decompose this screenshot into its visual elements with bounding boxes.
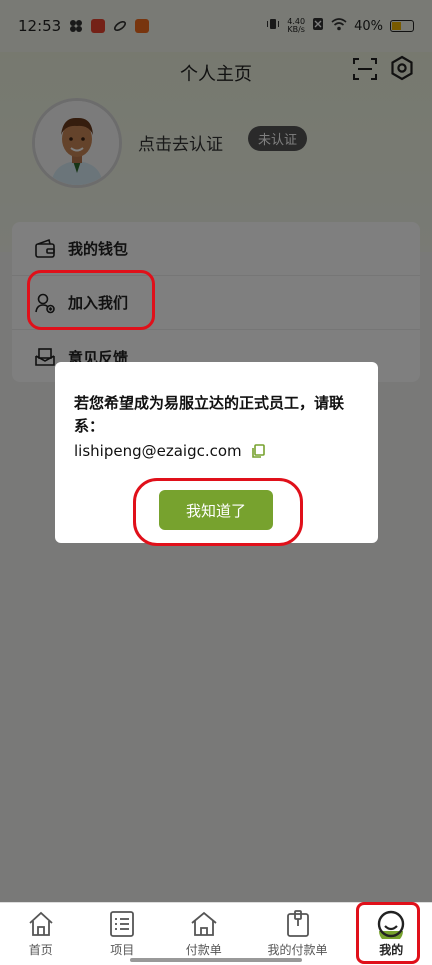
annotation-ok-button bbox=[133, 478, 303, 546]
nav-label: 首页 bbox=[28, 943, 53, 957]
clipboard-icon bbox=[286, 910, 309, 937]
nav-label: 项目 bbox=[110, 943, 135, 957]
nav-item-projects[interactable]: 项目 bbox=[82, 903, 164, 965]
dialog-message: 若您希望成为易服立达的正式员工，请联系： bbox=[74, 394, 345, 435]
copy-icon[interactable] bbox=[250, 443, 266, 459]
annotation-mine-tab bbox=[356, 902, 420, 964]
home-icon bbox=[29, 911, 53, 936]
list-icon bbox=[110, 911, 135, 937]
annotation-join-us bbox=[27, 270, 155, 330]
receipt-home-icon bbox=[191, 911, 217, 936]
nav-label: 付款单 bbox=[185, 943, 222, 957]
dialog-email-row: lishipeng@ezaigc.com bbox=[74, 442, 360, 460]
nav-item-home[interactable]: 首页 bbox=[0, 903, 82, 965]
nav-item-my-payments[interactable]: 我的付款单 bbox=[245, 903, 351, 965]
nav-item-payment[interactable]: 付款单 bbox=[163, 903, 245, 965]
dialog-email[interactable]: lishipeng@ezaigc.com bbox=[74, 442, 242, 460]
nav-label: 我的付款单 bbox=[267, 943, 328, 957]
home-indicator bbox=[130, 958, 302, 962]
